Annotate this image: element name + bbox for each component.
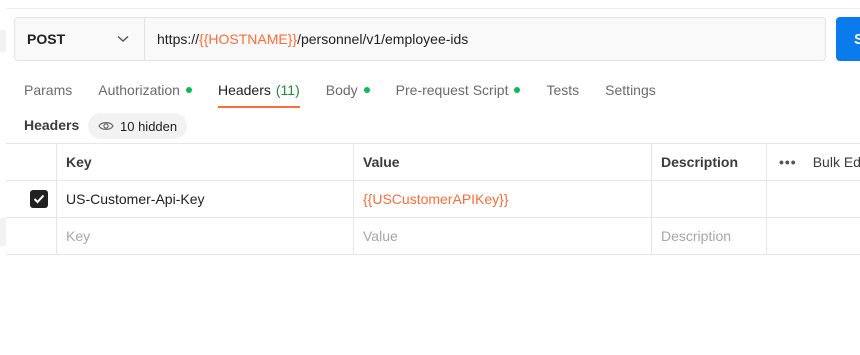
bulk-edit-link[interactable]: Bulk Edi [813,154,860,170]
new-value-input[interactable]: Value [353,218,651,254]
headers-section-title: Headers [24,117,80,133]
hidden-headers-toggle[interactable]: 10 hidden [88,113,188,139]
tab-label: Body [325,82,358,98]
hidden-headers-label: 10 hidden [120,118,178,134]
header-description-field[interactable] [651,181,766,217]
send-button[interactable]: S [836,17,860,61]
url-input[interactable]: https://{{HOSTNAME}}/personnel/v1/employ… [145,18,825,60]
headers-table: Key Value Description ••• Bulk Edi US-Cu… [6,143,860,255]
column-header-description: Description [651,144,766,180]
column-header-actions: ••• Bulk Edi [766,144,860,180]
column-header-key: Key [56,144,353,180]
top-divider [6,8,860,9]
tab-params[interactable]: Params [24,80,72,100]
chevron-down-icon [116,32,130,46]
row-actions-cell [766,181,860,217]
send-button-label: S [854,30,860,48]
row-actions-cell [766,218,860,254]
status-dot-icon [363,87,370,93]
new-description-input[interactable]: Description [651,218,766,254]
request-tabs: Params Authorization Headers (11) Body P… [24,80,682,110]
table-row: US-Customer-Api-Key {{USCustomerAPIKey}} [6,180,860,217]
header-value-field[interactable]: {{USCustomerAPIKey}} [353,181,651,217]
tab-pre-request-script[interactable]: Pre-request Script [396,80,521,100]
status-dot-icon [185,87,192,93]
checkmark-icon [33,194,45,204]
header-key-field[interactable]: US-Customer-Api-Key [56,181,353,217]
tab-authorization[interactable]: Authorization [98,80,192,100]
headers-count-badge: (11) [275,82,300,98]
tab-label: Settings [605,82,656,98]
tab-label: Pre-request Script [395,82,509,98]
method-label: POST [27,31,66,47]
table-header-row: Key Value Description ••• Bulk Edi [6,143,860,180]
tab-settings[interactable]: Settings [605,80,656,100]
column-header-value: Value [353,144,651,180]
url-variable: {{HOSTNAME}} [199,31,298,47]
url-prefix: https:// [157,31,200,47]
header-checkbox-cell [6,144,56,180]
tab-label: Authorization [98,82,180,98]
row-enabled-checkbox[interactable] [30,190,48,208]
status-dot-icon [514,87,521,93]
table-row-empty: Key Value Description [6,217,860,255]
eye-icon [98,120,114,132]
method-selector[interactable]: POST [15,18,145,60]
row-checkbox-cell [6,181,56,217]
tab-tests[interactable]: Tests [546,80,579,100]
tab-label: Headers [217,82,271,98]
new-key-input[interactable]: Key [56,218,353,254]
tab-body[interactable]: Body [326,80,370,100]
more-options-icon[interactable]: ••• [779,154,797,170]
left-edge-strip [0,30,6,52]
tab-headers[interactable]: Headers (11) [217,80,300,108]
url-suffix: /personnel/v1/employee-ids [297,31,469,47]
tab-label: Tests [546,82,580,98]
row-checkbox-cell [6,218,56,254]
request-url-bar: POST https://{{HOSTNAME}}/personnel/v1/e… [14,17,826,61]
tab-label: Params [24,82,73,98]
